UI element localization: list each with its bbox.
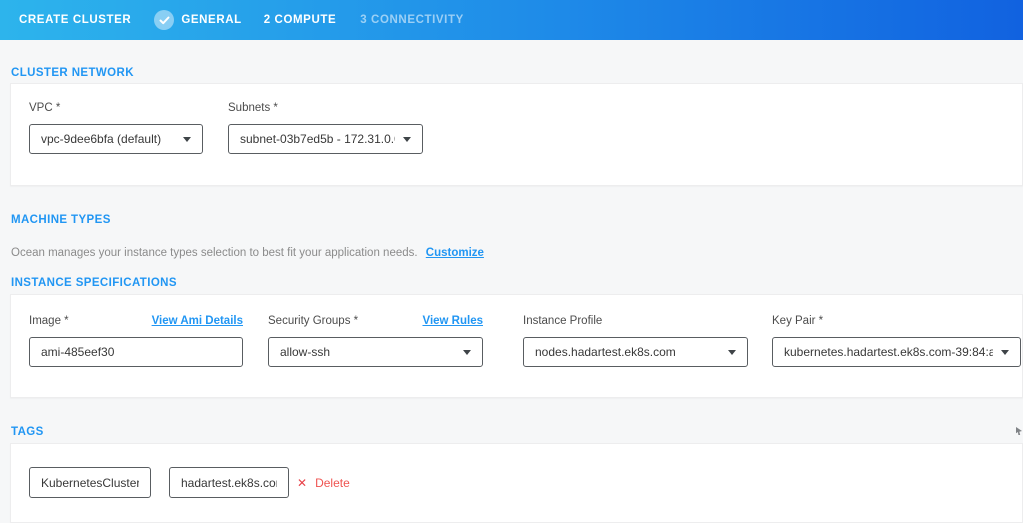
- tags-card: ✕ Delete: [10, 443, 1023, 523]
- subnets-field-group: Subnets * subnet-03b7ed5b - 172.31.0.0/2…: [228, 102, 423, 154]
- key-pair-select[interactable]: kubernetes.hadartest.ek8s.com-39:84:a5:9…: [772, 337, 1021, 367]
- section-heading-cluster-network: CLUSTER NETWORK: [11, 67, 134, 79]
- vpc-field-group: VPC * vpc-9dee6bfa (default): [29, 102, 203, 154]
- instance-profile-selected-value: nodes.hadartest.ek8s.com: [535, 345, 676, 359]
- key-pair-label: Key Pair *: [772, 315, 823, 327]
- key-pair-field-group: Key Pair * kubernetes.hadartest.ek8s.com…: [772, 315, 1021, 367]
- tab-compute[interactable]: 2 COMPUTE: [264, 14, 337, 26]
- security-groups-label: Security Groups *: [268, 315, 358, 327]
- subnets-label: Subnets *: [228, 102, 278, 114]
- mouse-cursor: [1016, 427, 1022, 435]
- subnets-selected-value: subnet-03b7ed5b - 172.31.0.0/20 ...: [240, 132, 395, 146]
- instance-profile-field-group: Instance Profile nodes.hadartest.ek8s.co…: [523, 315, 748, 367]
- tab-connectivity[interactable]: 3 CONNECTIVITY: [360, 14, 464, 26]
- vpc-select[interactable]: vpc-9dee6bfa (default): [29, 124, 203, 154]
- check-icon: [154, 10, 174, 30]
- image-field-group: Image * View Ami Details: [29, 315, 243, 367]
- instance-profile-label: Instance Profile: [523, 315, 602, 327]
- view-rules-link[interactable]: View Rules: [422, 315, 483, 327]
- chevron-down-icon: [183, 137, 191, 142]
- section-heading-instance-specifications: INSTANCE SPECIFICATIONS: [11, 277, 177, 289]
- view-ami-details-link[interactable]: View Ami Details: [152, 315, 243, 327]
- security-groups-select[interactable]: allow-ssh: [268, 337, 483, 367]
- delete-tag-button[interactable]: ✕ Delete: [297, 467, 350, 498]
- machine-types-description: Ocean manages your instance types select…: [11, 247, 484, 259]
- wizard-header: CREATE CLUSTER GENERAL 2 COMPUTE 3 CONNE…: [0, 0, 1023, 40]
- tab-connectivity-label: 3 CONNECTIVITY: [360, 14, 464, 26]
- chevron-down-icon: [1001, 350, 1009, 355]
- security-groups-selected-value: allow-ssh: [280, 345, 330, 359]
- instance-specifications-card: Image * View Ami Details Security Groups…: [10, 294, 1023, 398]
- delete-x-icon: ✕: [297, 477, 307, 489]
- tab-compute-label: 2 COMPUTE: [264, 14, 337, 26]
- tag-value-input[interactable]: [169, 467, 289, 498]
- page-title: CREATE CLUSTER: [19, 14, 131, 26]
- tag-key-input[interactable]: [29, 467, 151, 498]
- tab-general[interactable]: GENERAL: [154, 10, 241, 30]
- security-groups-field-group: Security Groups * View Rules allow-ssh: [268, 315, 483, 367]
- chevron-down-icon: [463, 350, 471, 355]
- instance-profile-select[interactable]: nodes.hadartest.ek8s.com: [523, 337, 748, 367]
- machine-types-description-text: Ocean manages your instance types select…: [11, 247, 418, 259]
- vpc-label: VPC *: [29, 102, 60, 114]
- image-input[interactable]: [29, 337, 243, 367]
- section-heading-tags: TAGS: [11, 426, 44, 438]
- section-heading-machine-types: MACHINE TYPES: [11, 214, 111, 226]
- customize-link[interactable]: Customize: [426, 247, 484, 259]
- chevron-down-icon: [403, 137, 411, 142]
- chevron-down-icon: [728, 350, 736, 355]
- cluster-network-card: VPC * vpc-9dee6bfa (default) Subnets * s…: [10, 83, 1023, 186]
- subnets-select[interactable]: subnet-03b7ed5b - 172.31.0.0/20 ...: [228, 124, 423, 154]
- tab-general-label: GENERAL: [181, 14, 241, 26]
- vpc-selected-value: vpc-9dee6bfa (default): [41, 132, 161, 146]
- key-pair-selected-value: kubernetes.hadartest.ek8s.com-39:84:a5:9…: [784, 345, 993, 359]
- delete-tag-label: Delete: [315, 476, 350, 490]
- image-label: Image *: [29, 315, 69, 327]
